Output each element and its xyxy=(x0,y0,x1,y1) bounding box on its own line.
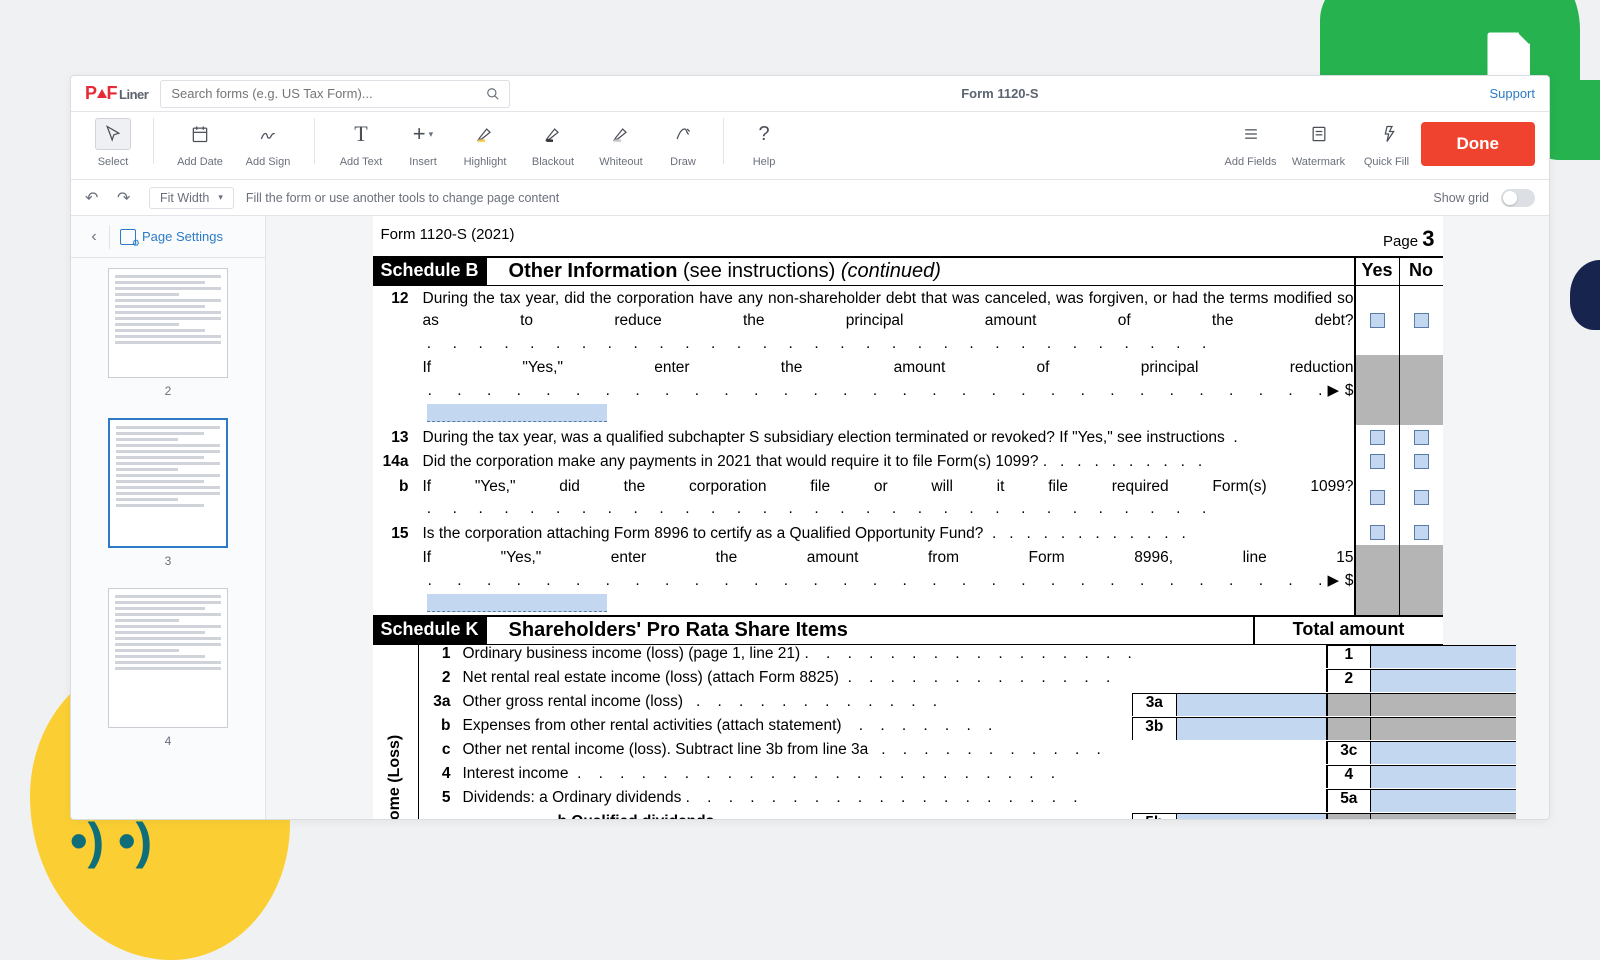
q13-yes[interactable] xyxy=(1355,425,1399,449)
show-grid-toggle[interactable] xyxy=(1501,189,1535,207)
q14b-no[interactable] xyxy=(1399,474,1443,521)
schedule-b-tag: Schedule B xyxy=(373,258,487,285)
tool-help[interactable]: ? Help xyxy=(736,118,792,168)
q15-amount-input[interactable] xyxy=(427,594,607,612)
tool-blackout[interactable]: Blackout xyxy=(519,118,587,168)
k3c-input[interactable] xyxy=(1370,741,1516,764)
hint-text: Fill the form or use another tools to ch… xyxy=(246,191,559,205)
form-header: Form 1120-S (2021) xyxy=(381,226,515,252)
support-link[interactable]: Support xyxy=(1489,86,1535,101)
document-title: Form 1120-S xyxy=(522,86,1477,101)
k2-input[interactable] xyxy=(1370,669,1516,692)
form-page: Form 1120-S (2021) Page 3 Schedule B Oth… xyxy=(373,216,1443,819)
page-canvas[interactable]: Form 1120-S (2021) Page 3 Schedule B Oth… xyxy=(266,216,1549,819)
q12-amount-input[interactable] xyxy=(427,404,607,422)
search-input[interactable] xyxy=(160,80,510,108)
logo[interactable]: PFLiner xyxy=(85,83,148,104)
sidebar-back-icon[interactable]: ‹ xyxy=(79,228,109,246)
q13-no[interactable] xyxy=(1399,425,1443,449)
sidebar: ‹ Page Settings 2 3 4 xyxy=(71,216,266,819)
tool-select[interactable]: Select xyxy=(85,118,141,168)
page-thumbnail[interactable]: 3 xyxy=(108,418,228,582)
page-number: Page 3 xyxy=(1383,226,1434,252)
tool-draw[interactable]: Draw xyxy=(655,118,711,168)
k5b-input[interactable] xyxy=(1176,813,1326,819)
tool-highlight[interactable]: Highlight xyxy=(451,118,519,168)
q15-yes[interactable] xyxy=(1355,521,1399,545)
q12-no[interactable] xyxy=(1399,286,1443,355)
toolbar: Select Add Date Add Sign T Add Text +▾ I… xyxy=(71,112,1549,180)
total-amount-header: Total amount xyxy=(1253,617,1443,644)
undo-icon[interactable]: ↶ xyxy=(85,188,105,208)
page-thumbnail[interactable]: 2 xyxy=(108,268,228,412)
k3b-input[interactable] xyxy=(1176,717,1326,740)
search-icon[interactable] xyxy=(486,87,500,104)
q14b-yes[interactable] xyxy=(1355,474,1399,521)
tool-whiteout[interactable]: Whiteout xyxy=(587,118,655,168)
page-settings-button[interactable]: Page Settings xyxy=(120,229,223,245)
k3a-input[interactable] xyxy=(1176,693,1326,716)
app-window: PFLiner Form 1120-S Support Select Add D… xyxy=(70,75,1550,820)
schedule-b-title: Other Information (see instructions) (co… xyxy=(487,258,1354,285)
schedule-k-title: Shareholders' Pro Rata Share Items xyxy=(487,617,1253,644)
zoom-select[interactable]: Fit Width▾ xyxy=(149,187,234,209)
col-yes: Yes xyxy=(1355,258,1399,285)
tool-add-date[interactable]: Add Date xyxy=(166,118,234,168)
done-button[interactable]: Done xyxy=(1421,122,1536,166)
col-no: No xyxy=(1399,258,1443,285)
k4-input[interactable] xyxy=(1370,765,1516,788)
income-loss-label: Income (Loss) xyxy=(373,645,419,819)
page-thumbnail[interactable]: 4 xyxy=(108,588,228,762)
search-wrap xyxy=(160,80,510,108)
q14a-yes[interactable] xyxy=(1355,449,1399,473)
redo-icon[interactable]: ↷ xyxy=(117,188,137,208)
secondary-bar: ↶ ↷ Fit Width▾ Fill the form or use anot… xyxy=(71,180,1549,216)
schedule-k-tag: Schedule K xyxy=(373,617,487,644)
topbar: PFLiner Form 1120-S Support xyxy=(71,76,1549,112)
q14a-no[interactable] xyxy=(1399,449,1443,473)
k1-input[interactable] xyxy=(1370,645,1516,668)
tool-add-text[interactable]: T Add Text xyxy=(327,118,395,168)
tool-quick-fill[interactable]: Quick Fill xyxy=(1353,118,1421,168)
tool-add-sign[interactable]: Add Sign xyxy=(234,118,302,168)
tool-watermark[interactable]: Watermark xyxy=(1285,118,1353,168)
page-settings-icon xyxy=(120,229,136,245)
q12-yes[interactable] xyxy=(1355,286,1399,355)
k5a-input[interactable] xyxy=(1370,789,1516,812)
tool-insert[interactable]: +▾ Insert xyxy=(395,118,451,168)
tool-add-fields[interactable]: Add Fields xyxy=(1217,118,1285,168)
show-grid-label: Show grid xyxy=(1433,191,1489,205)
q15-no[interactable] xyxy=(1399,521,1443,545)
